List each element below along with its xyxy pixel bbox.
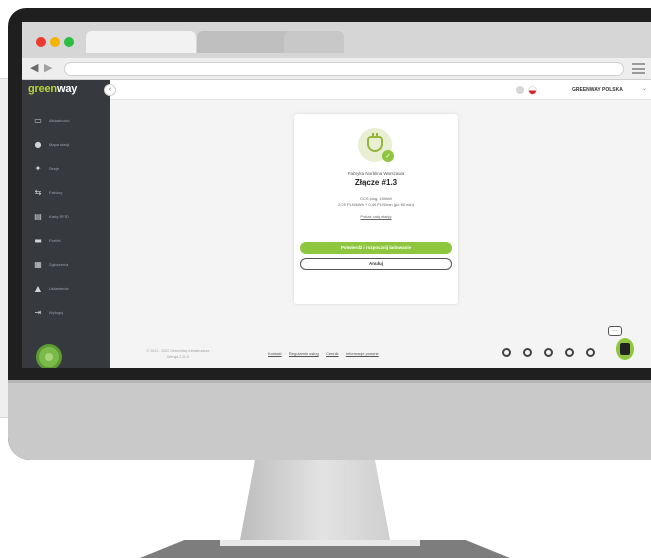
copyright: © 2021 - 2022 GreenWay Infrastructure We… — [118, 348, 238, 360]
instagram-icon[interactable] — [523, 348, 532, 357]
chat-bubble-icon[interactable]: … — [608, 326, 622, 336]
sidebar-item-label: Wyloguj — [49, 309, 64, 315]
footer-link-kontakt[interactable]: Kontakt — [268, 351, 282, 356]
sidebar-item-label: Sesje — [49, 165, 60, 171]
sidebar-item-ustawienia[interactable]: ▲ Ustawienia — [22, 281, 110, 295]
map-pin-icon: ● — [34, 139, 42, 149]
logout-icon: ⇥ — [34, 307, 42, 317]
footer-link-regulamin[interactable]: Regulamin usług — [289, 351, 319, 356]
monitor-chin-edge — [8, 380, 651, 383]
footer-link-cennik[interactable]: Cennik — [326, 351, 338, 356]
charging-status-button[interactable] — [36, 344, 62, 368]
logo-text-green: green — [28, 83, 57, 95]
footer-link-informacje-prawne[interactable]: Informacje prawne — [346, 351, 379, 356]
sidebar-item-aktualnosci[interactable]: ▭ Aktualności — [22, 113, 110, 127]
lightning-icon: ✦ — [34, 163, 42, 173]
sidebar-item-label: Karty RFID — [49, 213, 69, 219]
chat-icon: ▭ — [34, 115, 42, 125]
language-en-icon[interactable] — [516, 86, 524, 94]
hamburger-menu-icon[interactable] — [632, 63, 645, 74]
show-station-link[interactable]: Pokaż całą stację — [294, 214, 458, 219]
account-menu[interactable]: GREENWAY POLSKA — [572, 87, 623, 93]
sidebar-item-label: Aktualności — [49, 117, 70, 123]
youtube-icon[interactable] — [586, 348, 595, 357]
envelope-icon: ▦ — [34, 259, 42, 269]
footer-separator: · — [284, 351, 286, 356]
arrows-icon: ⇆ — [34, 187, 42, 197]
sidebar-item-portfel[interactable]: ▬ Portfel — [22, 233, 110, 247]
browser-toolbar: ◀ ▶ — [22, 58, 651, 80]
twitter-icon[interactable] — [565, 348, 574, 357]
logo-text-white: way — [56, 83, 78, 95]
linkedin-icon[interactable] — [544, 348, 553, 357]
connector-specs: CCS plug, 150kW — [360, 196, 392, 201]
footer-links: Kontakt · Regulamin usług · Cennik · Informacj… — [268, 351, 379, 356]
sidebar-item-zgloszenia[interactable]: ▦ Zgłoszenia — [22, 257, 110, 271]
support-chat-button[interactable] — [616, 338, 634, 360]
forward-icon[interactable]: ▶ — [44, 61, 52, 74]
check-icon: ✓ — [382, 150, 394, 162]
sidebar-item-sesje[interactable]: ✦ Sesje — [22, 161, 110, 175]
monitor-stand-neck — [240, 460, 390, 540]
sidebar-item-faktury[interactable]: ⇆ Faktury — [22, 185, 110, 199]
address-bar[interactable] — [64, 62, 624, 76]
maximize-window-icon[interactable] — [64, 37, 74, 47]
sidebar-item-label: Mapa stacji — [49, 141, 70, 147]
chevron-down-icon[interactable]: ⌄ — [642, 85, 647, 92]
collapse-sidebar-button[interactable]: ‹ — [104, 84, 116, 96]
connector-title: Złącze #1.3 — [354, 178, 398, 187]
minimize-window-icon[interactable] — [50, 37, 60, 47]
language-pl-flag-icon[interactable] — [528, 86, 537, 95]
back-icon[interactable]: ◀ — [30, 61, 38, 74]
wallet-icon: ▬ — [34, 235, 42, 245]
browser-tab[interactable] — [284, 31, 344, 53]
connector-price: 2,29 PLN/kWh + 0,40 PLN/min (po 60 min) — [338, 202, 414, 207]
sidebar-item-wyloguj[interactable]: ⇥ Wyloguj — [22, 305, 110, 319]
monitor-bezel-bottom — [22, 368, 651, 380]
screen: ◀ ▶ greenway ▭ Aktualności ● Mapa stacji… — [22, 22, 651, 368]
greenway-app: greenway ▭ Aktualności ● Mapa stacji ✦ S… — [22, 80, 651, 368]
sidebar-item-label: Zgłoszenia — [49, 261, 69, 267]
footer-separator: · — [321, 351, 324, 356]
user-icon: ▲ — [34, 283, 42, 293]
sidebar: greenway ▭ Aktualności ● Mapa stacji ✦ S… — [22, 80, 110, 368]
sidebar-item-label: Ustawienia — [49, 285, 69, 291]
close-window-icon[interactable] — [36, 37, 46, 47]
facebook-icon[interactable] — [502, 348, 511, 357]
start-charging-button[interactable]: Potwierdź i rozpocznij ładowanie — [300, 242, 452, 254]
cancel-button[interactable]: Anuluj — [300, 258, 452, 270]
browser-tab-strip — [22, 22, 651, 58]
sidebar-item-label: Faktury — [49, 189, 63, 195]
monitor-chin — [8, 380, 651, 460]
sidebar-item-mapa-stacji[interactable]: ● Mapa stacji — [22, 137, 110, 151]
sidebar-item-label: Portfel — [49, 237, 61, 243]
footer-separator: · — [341, 351, 343, 356]
card-icon: ▤ — [34, 211, 42, 221]
sidebar-item-karty-rfid[interactable]: ▤ Karty RFID — [22, 209, 110, 223]
connector-card: ✓ Fabryka Norblina Warszawa Złącze #1.3 … — [294, 114, 458, 304]
main-content: ✓ Fabryka Norblina Warszawa Złącze #1.3 … — [110, 100, 651, 368]
station-location: Fabryka Norblina Warszawa — [347, 171, 405, 176]
browser-tab-active[interactable] — [86, 31, 196, 53]
monitor-stand-foot — [220, 540, 420, 546]
version-text: Wersja 2.11.0 — [167, 355, 189, 359]
greenway-logo[interactable]: greenway — [28, 83, 77, 95]
top-bar: GREENWAY POLSKA ⌄ — [110, 80, 651, 100]
